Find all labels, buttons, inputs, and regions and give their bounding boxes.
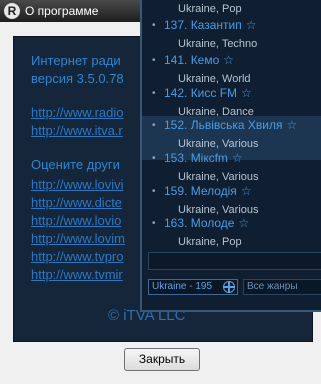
star-icon[interactable]: ☆ [232, 151, 243, 165]
bullet-icon: • [152, 55, 156, 66]
bullet-icon: • [152, 218, 156, 229]
window-title: О программе [25, 4, 99, 18]
app-logo-icon: R [4, 3, 20, 19]
station-name: 141. Кемо [164, 53, 220, 67]
bullet-icon: • [152, 153, 156, 164]
country-filter[interactable]: Ukraine - 195 [148, 279, 238, 295]
other-link[interactable]: http://www.lovio [31, 213, 121, 228]
star-icon[interactable]: ☆ [223, 53, 234, 67]
others-heading: Оцените други [31, 157, 120, 172]
bullet-icon: • [152, 88, 156, 99]
link-radio[interactable]: http://www.radio [31, 105, 124, 120]
star-icon[interactable]: ☆ [241, 184, 252, 198]
country-filter-label: Ukraine - 195 [152, 281, 213, 292]
bullet-icon: • [152, 20, 156, 31]
other-link[interactable]: http://www.tvpro [31, 249, 123, 264]
station-list-panel: Ukraine, Pop • 137. Казантип ☆ Ukraine, T… [140, 0, 321, 312]
star-icon[interactable]: ☆ [238, 216, 249, 230]
station-name: 159. Мелодія [164, 184, 237, 198]
station-info: Ukraine, Techno [178, 38, 258, 50]
other-link[interactable]: http://www.lovivi [31, 177, 123, 192]
station-name: 137. Казантип [164, 18, 242, 32]
version-text: версия 3.5.0.78 [31, 71, 124, 86]
bullet-icon: • [152, 186, 156, 197]
other-link[interactable]: http://www.dicte [31, 195, 122, 210]
station-name: 163. Молоде [164, 216, 235, 230]
station-search-bar[interactable] [148, 252, 321, 270]
genre-filter[interactable]: Все жанры [243, 279, 321, 295]
star-icon[interactable]: ☆ [286, 118, 297, 132]
app-heading: Интернет ради [31, 53, 121, 68]
globe-icon [223, 281, 235, 293]
close-button[interactable]: Закрыть [124, 348, 200, 371]
station-info: Ukraine, Pop [178, 236, 242, 248]
other-link[interactable]: http://www.lovim [31, 231, 125, 246]
station-name: 152. Львівська Хвиля [164, 118, 283, 132]
other-link[interactable]: http://www.tvmir [31, 267, 123, 282]
station-sub-partial: Ukraine, Pop [178, 3, 242, 15]
station-name: 153. Мікcfm [164, 151, 228, 165]
bullet-icon: • [152, 120, 156, 131]
star-icon[interactable]: ☆ [241, 86, 252, 100]
star-icon[interactable]: ☆ [246, 18, 257, 32]
station-name: 142. Кисс FM [164, 86, 238, 100]
link-itva[interactable]: http://www.itva.r [31, 123, 123, 138]
